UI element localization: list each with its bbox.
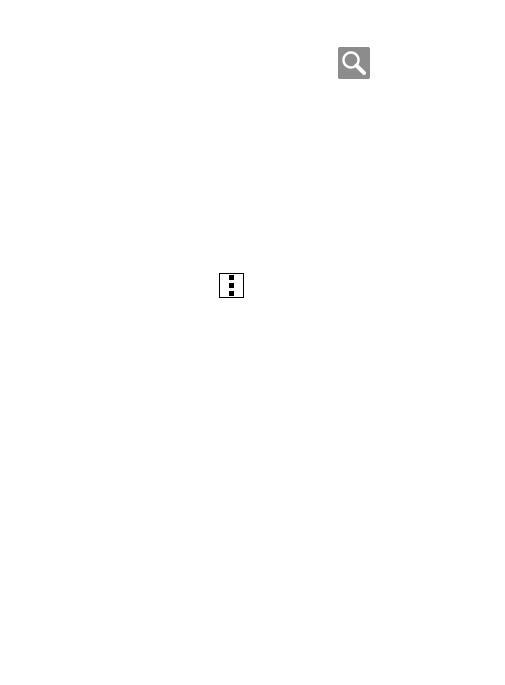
- overflow-menu-icon-dot-middle: [229, 283, 234, 288]
- search-icon: [338, 47, 370, 79]
- overflow-menu-button[interactable]: [219, 273, 244, 298]
- overflow-menu-icon-dot-bottom: [229, 291, 234, 296]
- search-button[interactable]: [338, 47, 370, 79]
- overflow-menu-icon-dot-top: [229, 275, 234, 280]
